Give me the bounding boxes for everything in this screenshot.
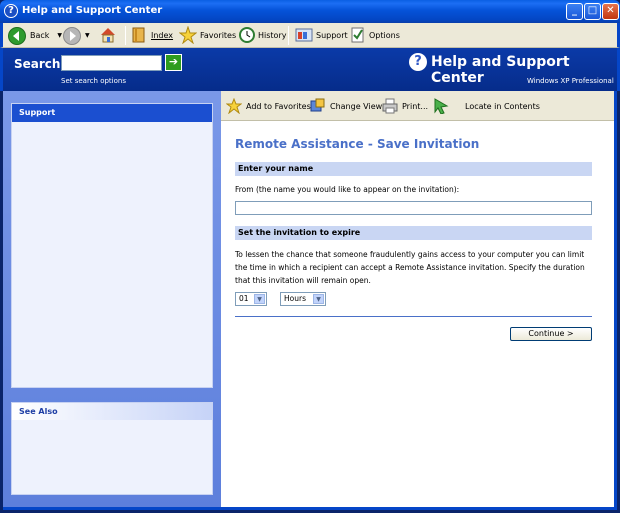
search-label: Search [14, 57, 61, 71]
star-plus-icon [225, 97, 243, 115]
from-name-input[interactable] [235, 201, 592, 215]
options-label: Options [369, 31, 400, 40]
minimize-button[interactable]: _ [566, 3, 583, 20]
window-title: Help and Support Center [22, 5, 163, 16]
home-icon [99, 26, 117, 46]
chevron-down-icon: ▼ [85, 32, 90, 39]
add-to-favorites-label: Add to Favorites [246, 101, 311, 111]
add-to-favorites-button[interactable]: Add to Favorites [225, 97, 311, 115]
print-label: Print... [402, 101, 429, 111]
checklist-icon [350, 26, 366, 46]
help-icon: ? [409, 53, 427, 71]
title-bar: ? Help and Support Center _ □ ✕ [0, 0, 620, 23]
see-also-heading: See Also [12, 403, 212, 420]
locate-in-contents-label: Locate in Contents [465, 101, 540, 111]
expire-section-header: Set the invitation to expire [235, 226, 592, 240]
favorites-button[interactable]: Favorites [178, 24, 237, 46]
support-heading: Support [12, 104, 212, 122]
back-arrow-icon [8, 26, 26, 45]
sidebar: Support See Also [3, 91, 221, 510]
chevron-down-icon: ▼ [313, 294, 324, 304]
options-button[interactable]: Options [350, 25, 400, 46]
enter-name-section-header: Enter your name [235, 162, 592, 176]
book-icon [131, 26, 147, 46]
clock-icon [239, 26, 255, 45]
toolbar-separator [125, 26, 126, 45]
search-input[interactable] [61, 55, 162, 71]
continue-button[interactable]: Continue > [510, 327, 592, 341]
support-label: Support [316, 31, 348, 40]
index-label: Index [151, 31, 174, 40]
set-search-options-link[interactable]: Set search options [61, 77, 126, 85]
star-icon [178, 24, 198, 46]
content-toolbar: Add to Favorites Change View Print... Lo… [221, 91, 614, 121]
forward-arrow-icon [63, 26, 81, 45]
history-button[interactable]: History [239, 25, 286, 46]
support-panel: Support [11, 103, 213, 388]
brand-subtitle: Windows XP Professional [527, 77, 614, 85]
divider [235, 316, 592, 317]
history-label: History [258, 31, 287, 40]
support-icon [295, 27, 313, 45]
favorites-label: Favorites [200, 31, 237, 40]
home-button[interactable] [99, 25, 117, 46]
close-button[interactable]: ✕ [602, 3, 619, 20]
see-also-panel: See Also [11, 402, 213, 495]
help-icon: ? [4, 4, 18, 18]
printer-icon [382, 98, 398, 114]
duration-value: 01 [239, 294, 249, 303]
chevron-down-icon: ▼ [57, 32, 63, 39]
support-button[interactable]: Support [295, 25, 348, 46]
toolbar-separator [288, 26, 289, 45]
locate-arrow-icon [433, 98, 449, 115]
forward-button[interactable]: ▼ [63, 25, 90, 46]
arrow-right-icon: ➔ [168, 55, 179, 68]
index-button[interactable]: Index [131, 25, 173, 46]
locate-in-contents-button[interactable]: Locate in Contents [433, 98, 540, 115]
print-button[interactable]: Print... [382, 98, 428, 114]
page-title: Remote Assistance - Save Invitation [235, 137, 480, 151]
change-view-label: Change View [330, 101, 383, 111]
duration-unit-select[interactable]: Hours ▼ [280, 292, 326, 306]
main-toolbar: Back ▼ ▼ Index Favorites History Support… [0, 23, 620, 48]
expire-description: To lessen the chance that someone fraudu… [235, 250, 585, 285]
back-button[interactable]: Back ▼ [8, 25, 62, 46]
from-label: From (the name you would like to appear … [235, 185, 460, 194]
content-pane: Add to Favorites Change View Print... Lo… [221, 91, 617, 510]
change-view-icon [310, 98, 326, 114]
search-header: Search ➔ Set search options ? Help and S… [0, 48, 620, 91]
back-label: Back [30, 31, 50, 40]
duration-select[interactable]: 01 ▼ [235, 292, 267, 306]
change-view-button[interactable]: Change View [310, 98, 382, 114]
search-go-button[interactable]: ➔ [165, 54, 182, 71]
chevron-down-icon: ▼ [254, 294, 265, 304]
maximize-button[interactable]: □ [584, 3, 601, 20]
duration-unit-value: Hours [284, 294, 306, 303]
